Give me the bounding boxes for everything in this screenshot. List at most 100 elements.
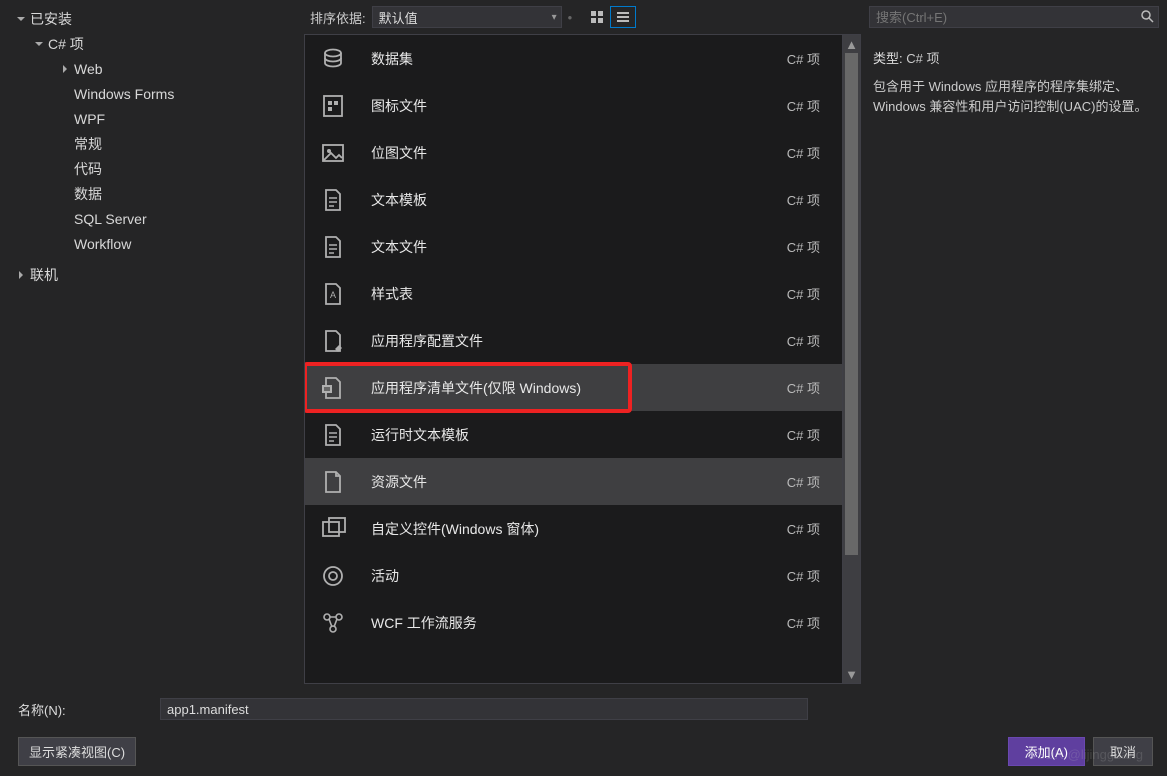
template-lang: C# 项 [787, 472, 820, 491]
tree-csharp[interactable]: C# 项 [10, 31, 304, 56]
tree-item-3[interactable]: 常规 [10, 131, 304, 156]
template-lang: C# 项 [787, 613, 820, 632]
caret-right-icon [14, 268, 28, 282]
type-label: 类型: [873, 51, 903, 66]
caret-down-icon [32, 37, 46, 51]
activity-icon [319, 562, 347, 590]
sort-dropdown[interactable]: 默认值 ▾ [372, 6, 562, 28]
caret-down-icon [14, 12, 28, 26]
template-lang: C# 项 [787, 378, 820, 397]
template-row[interactable]: 位图文件C# 项 [305, 129, 842, 176]
template-name: 应用程序配置文件 [371, 331, 787, 351]
template-lang: C# 项 [787, 284, 820, 303]
template-name: 位图文件 [371, 143, 787, 163]
template-row[interactable]: 文本模板C# 项 [305, 176, 842, 223]
template-row[interactable]: A样式表C# 项 [305, 270, 842, 317]
template-row[interactable]: 应用程序配置文件C# 项 [305, 317, 842, 364]
tree-label: 数据 [74, 184, 102, 204]
category-tree: 已安装 C# 项 Web Windows Forms WPF 常规代码数据 SQL Se… [0, 0, 304, 684]
template-lang: C# 项 [787, 190, 820, 209]
image-icon [319, 139, 347, 167]
template-row[interactable]: 应用程序清单文件(仅限 Windows)C# 项 [305, 364, 842, 411]
tree-item-1[interactable]: Windows Forms [10, 81, 304, 106]
tree-label: 联机 [30, 265, 58, 285]
type-value: C# 项 [906, 51, 939, 66]
template-lang: C# 项 [787, 566, 820, 585]
sort-label: 排序依据: [310, 8, 366, 27]
template-name: 文本文件 [371, 237, 787, 257]
name-label: 名称(N): [18, 700, 160, 719]
name-input[interactable] [160, 698, 808, 720]
manifest-icon [319, 374, 347, 402]
tree-item-2[interactable]: WPF [10, 106, 304, 131]
template-row[interactable]: 数据集C# 项 [305, 35, 842, 82]
scrollbar[interactable]: ▲ ▼ [843, 34, 861, 684]
template-name: 文本模板 [371, 190, 787, 210]
scroll-down-icon[interactable]: ▼ [843, 665, 860, 683]
tree-label: Windows Forms [74, 86, 174, 102]
detail-description: 包含用于 Windows 应用程序的程序集绑定、Windows 兼容性和用户访问… [873, 77, 1155, 117]
template-row[interactable]: 图标文件C# 项 [305, 82, 842, 129]
add-button[interactable]: 添加(A) [1008, 737, 1085, 766]
cancel-button[interactable]: 取消 [1093, 737, 1153, 766]
template-name: 图标文件 [371, 96, 787, 116]
tree-label: Web [74, 61, 103, 77]
template-list[interactable]: 数据集C# 项图标文件C# 项位图文件C# 项文本模板C# 项文本文件C# 项A… [304, 34, 843, 684]
template-lang: C# 项 [787, 331, 820, 350]
template-row[interactable]: 自定义控件(Windows 窗体)C# 项 [305, 505, 842, 552]
template-lang: C# 项 [787, 143, 820, 162]
template-row[interactable]: WCF 工作流服务C# 项 [305, 599, 842, 646]
workflow-icon [319, 609, 347, 637]
template-row[interactable]: 资源文件C# 项 [305, 458, 842, 505]
scroll-up-icon[interactable]: ▲ [843, 35, 860, 53]
template-name: 资源文件 [371, 472, 787, 492]
template-lang: C# 项 [787, 519, 820, 538]
doc-icon [319, 186, 347, 214]
template-row[interactable]: 文本文件C# 项 [305, 223, 842, 270]
template-lang: C# 项 [787, 49, 820, 68]
template-lang: C# 项 [787, 425, 820, 444]
details-panel: 类型: C# 项 包含用于 Windows 应用程序的程序集绑定、Windows… [861, 0, 1167, 684]
view-large-icon[interactable] [584, 6, 610, 28]
tree-online[interactable]: 联机 [10, 262, 304, 287]
doc-icon [319, 421, 347, 449]
doc-icon [319, 233, 347, 261]
tree-label: 常规 [74, 134, 102, 154]
detail-type: 类型: C# 项 [873, 48, 1159, 67]
compact-view-button[interactable]: 显示紧凑视图(C) [18, 737, 136, 766]
template-lang: C# 项 [787, 96, 820, 115]
view-list-icon[interactable] [610, 6, 636, 28]
search-icon[interactable] [1140, 9, 1154, 26]
tree-label: WPF [74, 111, 105, 127]
iconfile-icon [319, 92, 347, 120]
svg-text:A: A [330, 290, 336, 300]
search-box[interactable] [869, 6, 1159, 28]
control-icon [319, 515, 347, 543]
tree-item-7[interactable]: Workflow [10, 231, 304, 256]
tree-label: 代码 [74, 159, 102, 179]
template-row[interactable]: 运行时文本模板C# 项 [305, 411, 842, 458]
template-name: 活动 [371, 566, 787, 586]
tree-item-6[interactable]: SQL Server [10, 206, 304, 231]
scroll-thumb[interactable] [845, 53, 858, 555]
tree-label: C# 项 [48, 34, 84, 54]
template-name: 数据集 [371, 49, 787, 69]
stylesheet-icon: A [319, 280, 347, 308]
tree-item-4[interactable]: 代码 [10, 156, 304, 181]
template-center: 排序依据: 默认值 ▾ • 数据集C# 项图标文件C# 项位图文件C# 项文本模… [304, 0, 861, 684]
search-input[interactable] [876, 10, 1140, 25]
template-name: 运行时文本模板 [371, 425, 787, 445]
template-name: 应用程序清单文件(仅限 Windows) [371, 378, 787, 398]
tree-label: Workflow [74, 236, 131, 252]
caret-right-icon [58, 62, 72, 76]
sort-bar: 排序依据: 默认值 ▾ • [304, 0, 861, 30]
sort-value: 默认值 [379, 8, 418, 27]
tree-label: SQL Server [74, 211, 147, 227]
tree-label: 已安装 [30, 9, 72, 29]
template-row[interactable]: 活动C# 项 [305, 552, 842, 599]
template-name: WCF 工作流服务 [371, 613, 787, 633]
tree-item-0[interactable]: Web [10, 56, 304, 81]
tree-installed[interactable]: 已安装 [10, 6, 304, 31]
tree-item-5[interactable]: 数据 [10, 181, 304, 206]
chevron-down-icon: ▾ [552, 12, 557, 23]
